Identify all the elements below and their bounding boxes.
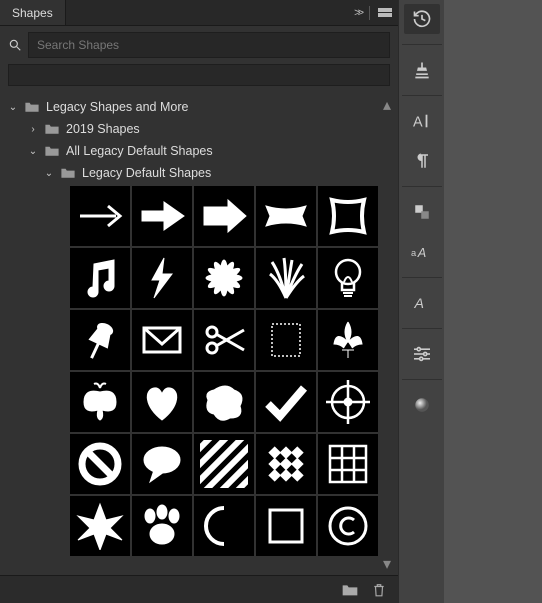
shape-butterfly[interactable] <box>70 372 130 432</box>
svg-text:A: A <box>416 246 425 260</box>
search-row <box>0 26 398 64</box>
shape-grid-3x3[interactable] <box>318 434 378 494</box>
folder-label: 2019 Shapes <box>66 122 140 136</box>
folder-label: Legacy Shapes and More <box>46 100 188 114</box>
chevron-down-icon: ⌄ <box>28 146 38 157</box>
svg-text:a: a <box>411 248 417 258</box>
shape-tree: ⌄ Legacy Shapes and More › 2019 Shapes ⌄… <box>0 94 398 575</box>
chevron-down-icon: ⌄ <box>44 168 54 179</box>
shape-arrow-thin[interactable] <box>70 186 130 246</box>
shape-music-notes[interactable] <box>70 248 130 308</box>
folder-legacy-shapes-and-more[interactable]: ⌄ Legacy Shapes and More <box>6 96 394 118</box>
shape-light-bulb[interactable] <box>318 248 378 308</box>
filter-bar[interactable] <box>8 64 390 86</box>
shape-frame-wavy[interactable] <box>318 186 378 246</box>
shape-heart[interactable] <box>132 372 192 432</box>
search-input[interactable] <box>28 32 390 58</box>
shape-blob[interactable] <box>194 372 254 432</box>
shape-grass-tuft[interactable] <box>256 248 316 308</box>
shape-crosshair-target[interactable] <box>318 372 378 432</box>
shape-scissors[interactable] <box>194 310 254 370</box>
right-toolbar: A aA A <box>398 0 444 603</box>
tab-label: Shapes <box>12 6 53 20</box>
history-icon[interactable] <box>404 4 440 34</box>
paragraph-icon[interactable] <box>404 146 440 176</box>
tab-shapes[interactable]: Shapes <box>0 0 66 25</box>
shape-push-pin[interactable] <box>70 310 130 370</box>
layers-align-icon[interactable] <box>404 197 440 227</box>
shape-lightning-bolt[interactable] <box>132 248 192 308</box>
shape-flower-burst[interactable] <box>194 248 254 308</box>
glyphs-icon[interactable]: aA <box>404 237 440 267</box>
search-icon <box>8 38 22 52</box>
clone-stamp-icon[interactable] <box>404 55 440 85</box>
collapse-panel-icon[interactable]: >> <box>354 7 361 19</box>
folder-all-legacy-default-shapes[interactable]: ⌄ All Legacy Default Shapes <box>6 140 394 162</box>
delete-icon[interactable] <box>372 582 386 598</box>
shape-paw-print[interactable] <box>132 496 192 556</box>
adjustments-icon[interactable] <box>404 339 440 369</box>
folder-legacy-default-shapes[interactable]: ⌄ Legacy Default Shapes <box>6 162 394 184</box>
shape-diagonal-stripes[interactable] <box>194 434 254 494</box>
shape-copyright[interactable] <box>318 496 378 556</box>
shape-envelope[interactable] <box>132 310 192 370</box>
folder-label: Legacy Default Shapes <box>82 166 211 180</box>
chevron-down-icon: ⌄ <box>8 102 18 113</box>
shape-postage-stamp[interactable] <box>256 310 316 370</box>
chevron-right-icon: › <box>28 124 38 135</box>
shape-arrow-block[interactable] <box>194 186 254 246</box>
folder-icon <box>24 101 40 113</box>
character-icon[interactable]: A <box>404 106 440 136</box>
svg-text:A: A <box>413 114 423 130</box>
folder-icon <box>44 145 60 157</box>
folder-label: All Legacy Default Shapes <box>66 144 213 158</box>
shape-starburst[interactable] <box>70 496 130 556</box>
shape-grid <box>70 184 382 556</box>
shape-banner-curled[interactable] <box>256 186 316 246</box>
panel-menu-icon[interactable] <box>378 8 392 18</box>
shape-speech-bubble[interactable] <box>132 434 192 494</box>
scroll-down-arrow[interactable]: ▾ <box>380 557 394 571</box>
panel-divider <box>369 6 370 20</box>
folder-icon <box>60 167 76 179</box>
shape-square-outline[interactable] <box>256 496 316 556</box>
tab-bar: Shapes >> <box>0 0 398 26</box>
shape-crescent[interactable] <box>194 496 254 556</box>
new-group-icon[interactable] <box>342 583 358 597</box>
shape-checkmark[interactable] <box>256 372 316 432</box>
panel-footer <box>0 575 398 603</box>
shape-fleur-de-lis[interactable] <box>318 310 378 370</box>
folder-2019-shapes[interactable]: › 2019 Shapes <box>6 118 394 140</box>
shape-no-sign[interactable] <box>70 434 130 494</box>
type-styles-icon[interactable]: A <box>404 288 440 318</box>
shape-arrow-medium[interactable] <box>132 186 192 246</box>
shapes-panel: Shapes >> ▴ ⌄ Legacy Shapes and More › 2… <box>0 0 398 603</box>
folder-icon <box>44 123 60 135</box>
shape-checkerboard[interactable] <box>256 434 316 494</box>
sphere-3d-icon[interactable] <box>404 390 440 420</box>
workspace-background <box>444 0 542 603</box>
svg-text:A: A <box>413 296 423 312</box>
